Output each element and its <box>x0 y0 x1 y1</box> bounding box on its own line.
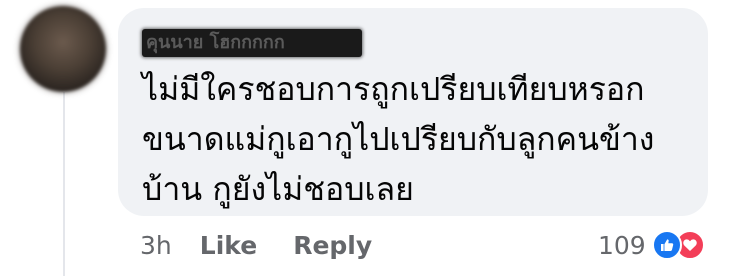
comment-actions: 3h Like Reply <box>140 227 372 263</box>
comment-text-line: ไม่มีใครชอบการถูกเปรียบเทียบหรอก <box>142 70 645 108</box>
reactions-summary[interactable]: 109 <box>598 227 705 263</box>
avatar[interactable] <box>20 6 106 92</box>
reply-button[interactable]: Reply <box>293 231 372 260</box>
comment-text: ไม่มีใครชอบการถูกเปรียบเทียบหรอก ขนาดแม่… <box>142 64 702 214</box>
like-icon <box>651 230 682 260</box>
author-name-redacted[interactable]: คุนนาย โฮกกกกก <box>142 29 362 57</box>
comment-item: คุนนาย โฮกกกกก ไม่มีใครชอบการถูกเปรียบเท… <box>0 0 750 276</box>
like-button[interactable]: Like <box>200 231 257 260</box>
reply-thread-line <box>63 92 65 276</box>
comment-text-line: ขนาดแม่กูเอากูไปเปรียบกับลูกคนข้าง <box>142 120 655 158</box>
reaction-count: 109 <box>598 230 646 260</box>
comment-text-line: บ้าน กูยังไม่ชอบเลย <box>142 170 414 208</box>
timestamp[interactable]: 3h <box>140 231 172 260</box>
